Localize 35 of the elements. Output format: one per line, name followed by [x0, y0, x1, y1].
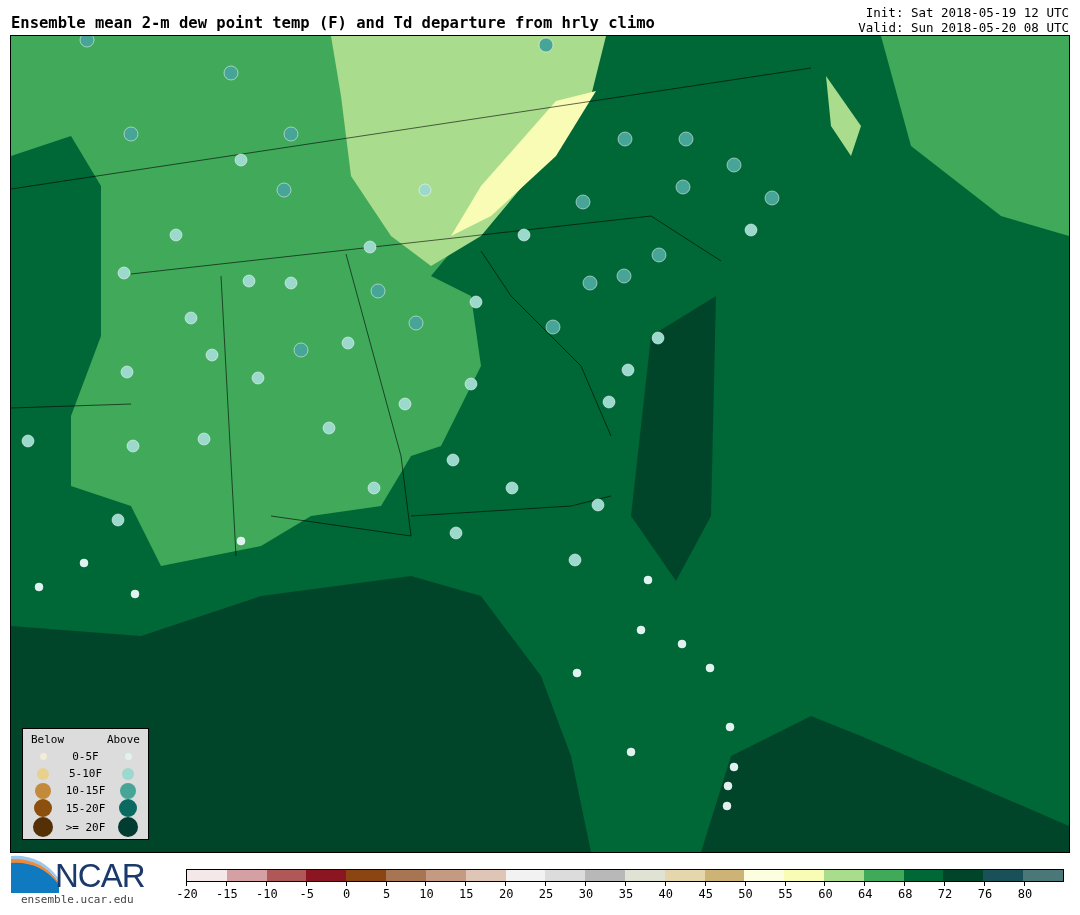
colorbar-tick-label: 64 [858, 887, 873, 901]
colorbar-tick-label: 15 [459, 887, 474, 901]
legend-heading: Below [31, 733, 65, 746]
colorbar-tick-label: 20 [498, 887, 514, 901]
colorbar-tick-label: 68 [897, 887, 913, 901]
colorbar-tick-label: 25 [538, 887, 554, 901]
colorbar-tick-label: 76 [977, 887, 993, 901]
colorbar-tick-label: -10 [255, 887, 278, 901]
legend-label: 10-15F [64, 784, 107, 797]
colorbar-tick-label: 40 [658, 887, 673, 901]
colorbar-tick-label: 80 [1017, 887, 1033, 901]
colorbar-tick-label: 50 [738, 887, 753, 901]
logo-wordmark: NCAR [55, 859, 145, 893]
swoosh-icon [11, 855, 59, 893]
chart-title: Ensemble mean 2-m dew point temp (F) and Td departure from hrly climo [11, 14, 655, 34]
logo-url: ensemble.ucar.edu [21, 893, 135, 906]
colorbar-tick-label: 35 [618, 887, 634, 901]
legend-label: >= 20F [64, 820, 107, 834]
legend-heading: Above [106, 733, 140, 746]
colorbar-tick-label: -20 [176, 887, 198, 901]
colorbar-tick-label: 5 [382, 887, 391, 901]
legend-label: 5-10F [67, 767, 104, 780]
valid-time: Valid: Sun 2018-05-20 08 UTC [858, 20, 1069, 35]
colorbar-tick-label: -15 [216, 887, 238, 901]
colorbar-tick-label: 55 [778, 887, 793, 901]
colorbar-tick-label: 10 [419, 887, 434, 901]
init-time: Init: Sat 2018-05-19 12 UTC [865, 5, 1069, 20]
legend-label: 15-20F [64, 801, 107, 815]
colorbar-tick-label: 60 [818, 887, 833, 901]
colorbar-tick-label: 45 [698, 887, 713, 901]
colorbar-tick-label: 30 [578, 887, 594, 901]
legend-label: 0-5F [71, 750, 100, 763]
colorbar-tick-label: 0 [343, 887, 351, 901]
colorbar-tick-label: -5 [299, 887, 314, 901]
colorbar-tick-label: 72 [937, 887, 953, 901]
